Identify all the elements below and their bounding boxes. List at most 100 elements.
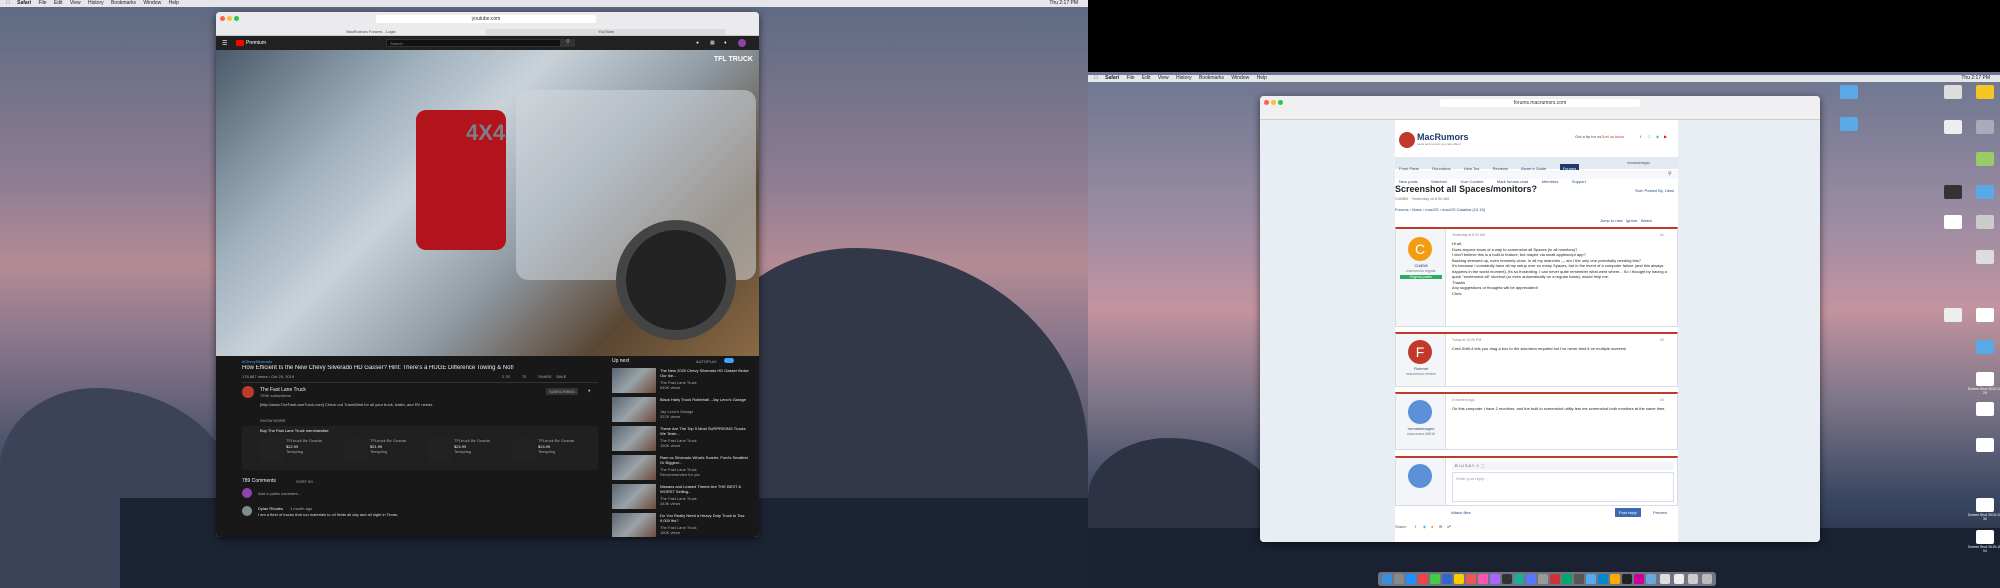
podcasts-icon[interactable] — [1490, 574, 1500, 584]
close-icon[interactable] — [1264, 100, 1269, 105]
merch-item-image[interactable] — [260, 438, 284, 462]
menu-item[interactable]: File — [38, 0, 46, 7]
facebook-icon[interactable]: f — [1415, 524, 1416, 529]
maps-icon[interactable] — [1514, 574, 1524, 584]
youtube-logo-icon[interactable] — [236, 40, 244, 46]
rec-title[interactable]: The New 2020 Chevy Silverado HD Gasser B… — [660, 368, 750, 378]
menu-item[interactable]: View — [70, 0, 81, 7]
breadcrumb-item[interactable]: Macs — [1412, 207, 1422, 212]
app-store-icon[interactable] — [1526, 574, 1536, 584]
app-icon[interactable] — [1646, 574, 1656, 584]
menu-item[interactable]: History — [1176, 75, 1192, 82]
attach-files-button[interactable]: Attach files — [1451, 510, 1471, 515]
tab-youtube[interactable]: YouTube — [486, 29, 726, 35]
show-more[interactable]: SHOW MORE — [260, 418, 286, 423]
post-username[interactable]: Fishrnet — [1396, 366, 1446, 371]
avatar[interactable]: C — [1408, 237, 1432, 261]
jump-to-new[interactable]: Jump to new — [1600, 218, 1623, 223]
screenshot-icon[interactable] — [1976, 498, 1994, 512]
apps-icon[interactable]: ▦ — [710, 40, 715, 46]
save-button[interactable]: SAVE — [556, 374, 566, 379]
merch-item-image[interactable] — [512, 438, 536, 462]
file-icon[interactable] — [1944, 120, 1962, 134]
trash-icon[interactable] — [1702, 574, 1712, 584]
apple-icon[interactable]:  — [6, 0, 10, 7]
rec-title[interactable]: Nissans and Leased Theme Are THE BEST & … — [660, 484, 750, 494]
safari-icon[interactable] — [1406, 574, 1416, 584]
rec-thumbnail[interactable] — [612, 368, 656, 393]
breadcrumb-item[interactable]: macOS — [1425, 207, 1438, 212]
file-icon[interactable] — [1976, 120, 1994, 134]
file-icon[interactable] — [1976, 215, 1994, 229]
search-icon[interactable]: ⚲ — [561, 39, 575, 47]
tip-link[interactable]: Let us know — [1603, 134, 1624, 139]
rec-title[interactable]: Ram vs Silverado What's Scarier, Ford's … — [660, 455, 750, 465]
folder-icon[interactable] — [1976, 185, 1994, 199]
facebook-icon[interactable]: f — [1640, 134, 1641, 139]
post-date[interactable]: Today at 12:06 PM — [1452, 338, 1481, 342]
rec-thumbnail[interactable] — [612, 513, 656, 537]
music-icon[interactable] — [1478, 574, 1488, 584]
notes-icon[interactable] — [1454, 574, 1464, 584]
link-icon[interactable]: ☍ — [1447, 524, 1451, 529]
post-date[interactable]: Yesterday at 8:30 AM — [1452, 233, 1485, 237]
address-bar[interactable]: forums.macrumors.com — [1440, 99, 1640, 107]
rec-thumbnail[interactable] — [612, 397, 656, 422]
bell-icon[interactable]: ♦ — [588, 388, 591, 394]
app-icon[interactable] — [1586, 574, 1596, 584]
file-icon[interactable] — [1944, 215, 1962, 229]
rec-thumbnail[interactable] — [612, 426, 656, 451]
zoom-icon[interactable] — [1278, 100, 1283, 105]
menu-item[interactable]: Edit — [54, 0, 63, 7]
app-icon[interactable] — [1598, 574, 1608, 584]
sort-link[interactable]: Sort: Posted By, Likes — [1635, 188, 1674, 193]
menu-item[interactable]: Window — [143, 0, 161, 7]
hashtag[interactable]: #ChevySilverado — [242, 359, 272, 364]
chrome-icon[interactable] — [1418, 574, 1428, 584]
apple-icon[interactable]:  — [1094, 75, 1098, 82]
comment-author[interactable]: Dylan Rhodes — [258, 506, 283, 511]
camera-icon[interactable]: ● — [696, 40, 699, 46]
post-username[interactable]: mrmashmageo — [1396, 426, 1446, 431]
minimize-icon[interactable] — [1271, 100, 1276, 105]
like-button[interactable]: 2.7K — [502, 374, 510, 379]
post-number[interactable]: #1 — [1660, 233, 1664, 237]
downloads-icon[interactable] — [1660, 574, 1670, 584]
user-menu[interactable]: mrmashmageo — [1627, 161, 1650, 165]
twitter-icon[interactable]: ◈ — [1423, 524, 1426, 529]
menu-item[interactable]: Window — [1231, 75, 1249, 82]
menu-icon[interactable]: ☰ — [222, 40, 227, 47]
address-bar[interactable]: youtube.com — [376, 15, 596, 23]
folder-icon[interactable] — [1688, 574, 1698, 584]
merch-name[interactable]: TFLtruck Be Guarded Short — [370, 438, 406, 443]
screenshot-icon[interactable] — [1976, 530, 1994, 544]
menu-item[interactable]: History — [88, 0, 104, 7]
settings-icon[interactable] — [1538, 574, 1548, 584]
sort-button[interactable]: SORT BY — [296, 479, 313, 484]
subnav-item[interactable]: Members — [1542, 179, 1559, 184]
folder-icon[interactable] — [1976, 340, 1994, 354]
subscribe-button[interactable]: SUBSCRIBED — [546, 388, 579, 395]
video-player[interactable]: 4X4 TFL TRUCK — [216, 50, 759, 356]
reddit-icon[interactable]: ● — [1431, 524, 1433, 529]
file-icon[interactable] — [1976, 85, 1994, 99]
merch-item-image[interactable] — [428, 438, 452, 462]
menu-item[interactable]: View — [1158, 75, 1169, 82]
file-icon[interactable] — [1944, 308, 1962, 322]
rec-thumbnail[interactable] — [612, 484, 656, 509]
minimize-icon[interactable] — [227, 16, 232, 21]
terminal-icon[interactable] — [1574, 574, 1584, 584]
rec-title[interactable]: These Are The Top 5 Most SURPRISING Truc… — [660, 426, 750, 436]
folder-icon[interactable] — [1840, 117, 1858, 131]
app-icon[interactable] — [1622, 574, 1632, 584]
document-icon[interactable] — [1674, 574, 1684, 584]
post-username[interactable]: ChiliBill — [1396, 263, 1446, 268]
post-reply-button[interactable]: Post reply — [1615, 508, 1641, 517]
screenshot-icon[interactable] — [1976, 438, 1994, 452]
file-icon[interactable] — [1944, 85, 1962, 99]
app-icon[interactable] — [1610, 574, 1620, 584]
screenshot-icon[interactable] — [1976, 402, 1994, 416]
rec-thumbnail[interactable] — [612, 455, 656, 480]
close-icon[interactable] — [220, 16, 225, 21]
file-icon[interactable] — [1976, 250, 1994, 264]
